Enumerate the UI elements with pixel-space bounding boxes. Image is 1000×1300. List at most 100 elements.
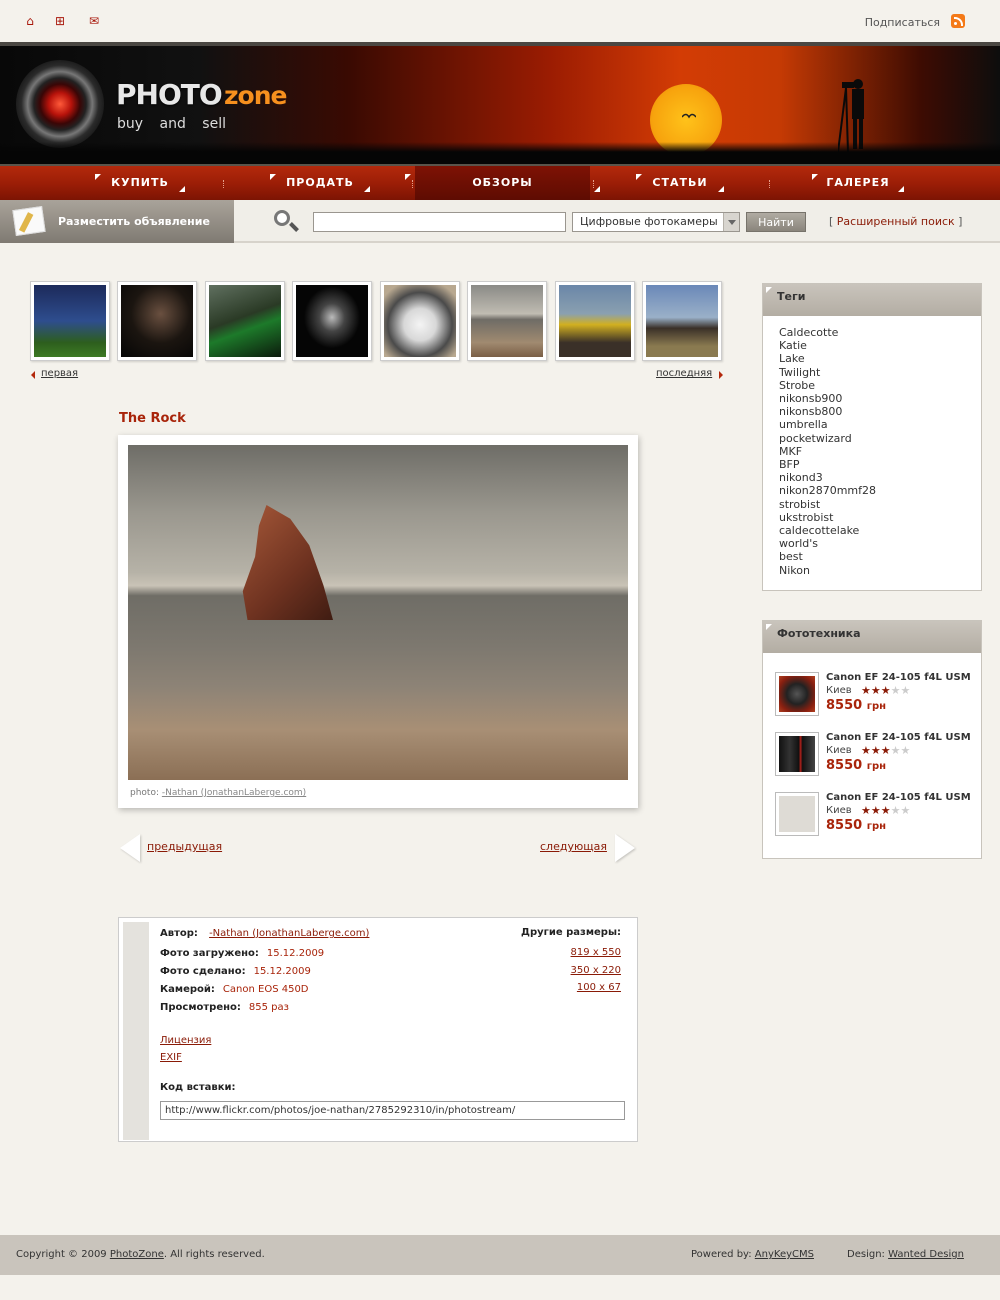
- main-photo[interactable]: [128, 445, 628, 780]
- product-name[interactable]: Canon EF 24-105 f4L USM: [826, 732, 971, 743]
- add-icon[interactable]: ⊞: [53, 14, 67, 28]
- gallery-thumbnail[interactable]: [380, 281, 460, 361]
- last-page-link[interactable]: последняя: [656, 368, 712, 379]
- tag-link[interactable]: MKF: [779, 445, 802, 458]
- bracket-close: ]: [958, 215, 963, 228]
- post-ad-button[interactable]: Разместить объявление: [0, 200, 234, 243]
- nav-item-articles[interactable]: СТАТЬИ: [636, 166, 724, 200]
- tag-link[interactable]: pocketwizard: [779, 432, 852, 445]
- info-author-link[interactable]: -Nathan (JonathanLaberge.com): [209, 928, 369, 939]
- advanced-search-link[interactable]: Расширенный поиск: [837, 215, 955, 228]
- next-arrow-icon[interactable]: [615, 834, 635, 862]
- nav-item-sell[interactable]: ПРОДАТЬ: [270, 166, 370, 200]
- tag-link[interactable]: Strobe: [779, 379, 815, 392]
- category-select-value: Цифровые фотокамеры: [580, 215, 718, 228]
- subscribe-link[interactable]: Подписаться: [865, 16, 940, 29]
- tag-link[interactable]: nikon2870mmf28: [779, 484, 876, 497]
- tag-link[interactable]: Lake: [779, 352, 805, 365]
- star-icon: ★: [900, 804, 911, 817]
- powered-by: Powered by: AnyKeyCMS: [691, 1249, 814, 1260]
- search-input[interactable]: [313, 212, 566, 232]
- product-item[interactable]: Canon EF 24-105 f4L USM Киев ★★★★★ 8550 …: [775, 672, 975, 722]
- thumbnail-image: [121, 285, 193, 357]
- tag-link[interactable]: caldecottelake: [779, 524, 859, 537]
- product-item[interactable]: Canon EF 24-105 f4L USM Киев ★★★★★ 8550 …: [775, 792, 975, 842]
- rss-icon[interactable]: [951, 14, 965, 28]
- post-ad-label: Разместить объявление: [58, 215, 210, 228]
- product-price-value: 8550: [826, 758, 863, 773]
- gallery-thumbnail[interactable]: [117, 281, 197, 361]
- star-icon: ★: [900, 744, 911, 757]
- exif-link[interactable]: EXIF: [160, 1052, 182, 1063]
- size-link[interactable]: 100 x 67: [577, 982, 621, 993]
- product-thumbnail[interactable]: [775, 732, 819, 776]
- photographer-silhouette-icon: [838, 79, 864, 153]
- tag-link[interactable]: ukstrobist: [779, 511, 833, 524]
- tag-link[interactable]: umbrella: [779, 418, 828, 431]
- gallery-thumbnail[interactable]: [30, 281, 110, 361]
- product-price-value: 8550: [826, 698, 863, 713]
- gallery-thumbnail[interactable]: [205, 281, 285, 361]
- tag-link[interactable]: Nikon: [779, 564, 810, 577]
- logo-text-photo[interactable]: PHOTO: [116, 78, 223, 111]
- gallery-thumbnail[interactable]: [292, 281, 372, 361]
- thumbnail-image: [34, 285, 106, 357]
- first-page-link[interactable]: первая: [41, 368, 78, 379]
- photo-credit-author-link[interactable]: -Nathan (JonathanLaberge.com): [162, 788, 306, 798]
- logo-tagline: buy and sell: [117, 116, 226, 132]
- tag-link[interactable]: nikonsb800: [779, 405, 842, 418]
- mail-icon[interactable]: ✉: [87, 14, 101, 28]
- product-rating: ★★★★★: [861, 744, 910, 757]
- nav-item-gallery[interactable]: ГАЛЕРЕЯ: [812, 166, 904, 200]
- product-name[interactable]: Canon EF 24-105 f4L USM: [826, 792, 971, 803]
- next-photo-link[interactable]: следующая: [540, 840, 607, 853]
- thumbnail-image: [384, 285, 456, 357]
- prev-photo-link[interactable]: предыдущая: [147, 840, 222, 853]
- gallery-thumbnail[interactable]: [642, 281, 722, 361]
- tag-link[interactable]: world's: [779, 537, 818, 550]
- info-taken-label: Фото сделано:: [160, 966, 246, 977]
- gallery-thumbnail[interactable]: [467, 281, 547, 361]
- photo-title: The Rock: [119, 411, 186, 426]
- prev-arrow-icon[interactable]: [120, 834, 140, 862]
- copyright-link[interactable]: PhotoZone: [110, 1249, 164, 1260]
- tag-link[interactable]: Caldecotte: [779, 326, 838, 339]
- nav-item-reviews[interactable]: ОБЗОРЫ: [405, 166, 600, 200]
- search-button[interactable]: Найти: [746, 212, 806, 232]
- embed-code-field[interactable]: http://www.flickr.com/photos/joe-nathan/…: [160, 1101, 625, 1120]
- size-link[interactable]: 819 x 550: [571, 947, 621, 958]
- tag-link[interactable]: BFP: [779, 458, 800, 471]
- chevron-down-icon[interactable]: [723, 213, 739, 231]
- photo-frame: photo: -Nathan (JonathanLaberge.com): [118, 435, 638, 808]
- info-taken: Фото сделано: 15.12.2009: [160, 966, 311, 977]
- nav-separator: [593, 180, 594, 188]
- star-icon: ★: [861, 744, 871, 757]
- star-icon: ★: [900, 684, 911, 697]
- product-currency: грн: [866, 821, 887, 832]
- tag-link[interactable]: nikond3: [779, 471, 823, 484]
- product-thumbnail[interactable]: [775, 792, 819, 836]
- thumbnail-image: [296, 285, 368, 357]
- product-name[interactable]: Canon EF 24-105 f4L USM: [826, 672, 971, 683]
- size-link[interactable]: 350 x 220: [571, 965, 621, 976]
- camera-lens-logo-icon[interactable]: [16, 60, 104, 148]
- home-icon[interactable]: ⌂: [23, 14, 37, 28]
- star-icon: ★: [880, 684, 891, 697]
- gallery-thumbnail[interactable]: [555, 281, 635, 361]
- logo-text-zone[interactable]: zone: [224, 81, 287, 110]
- tag-link[interactable]: strobist: [779, 498, 820, 511]
- category-select[interactable]: Цифровые фотокамеры: [572, 212, 740, 232]
- info-side-strip: [123, 922, 149, 1140]
- powered-link[interactable]: AnyKeyCMS: [755, 1249, 814, 1260]
- nav-item-buy[interactable]: КУПИТЬ: [95, 166, 185, 200]
- tag-link[interactable]: Twilight: [779, 366, 820, 379]
- tag-link[interactable]: nikonsb900: [779, 392, 842, 405]
- tag-link[interactable]: best: [779, 550, 803, 563]
- license-link[interactable]: Лицензия: [160, 1035, 211, 1046]
- product-currency: грн: [866, 701, 887, 712]
- product-thumbnail[interactable]: [775, 672, 819, 716]
- design-link[interactable]: Wanted Design: [888, 1249, 964, 1260]
- info-views: Просмотрено: 855 раз: [160, 1002, 289, 1013]
- tag-link[interactable]: Katie: [779, 339, 807, 352]
- product-item[interactable]: Canon EF 24-105 f4L USM Киев ★★★★★ 8550 …: [775, 732, 975, 782]
